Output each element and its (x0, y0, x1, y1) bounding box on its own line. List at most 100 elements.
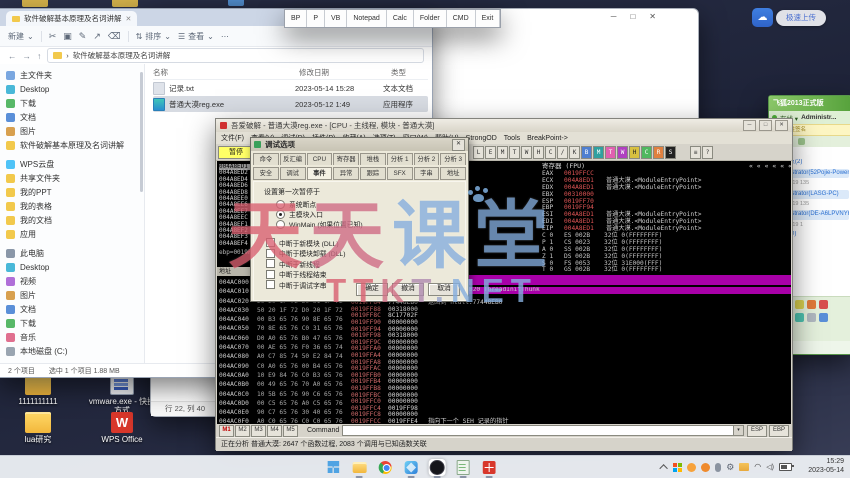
toolbar-tile-button[interactable]: / (557, 146, 568, 159)
toolbar-tile-button[interactable]: H (533, 146, 544, 159)
dump-row[interactable]: 004AC04000 B3 65 76 90 8E 65 76 (217, 315, 349, 324)
menu-item[interactable]: 文件(F) (221, 133, 244, 143)
tray-expand-icon[interactable] (660, 464, 668, 472)
quick-toolbar-button[interactable]: CMD (447, 10, 476, 27)
menu-item[interactable]: BreakPoint-> (527, 135, 568, 142)
file-row[interactable]: 记录.txt 2023-05-14 15:28 文本文档 2 KB (153, 80, 428, 96)
window-control-icon[interactable]: ✕ (649, 12, 656, 21)
dump-row[interactable]: 004AC0B000 49 65 76 70 A0 65 76 (217, 380, 349, 389)
stack-follow-button[interactable]: EBP (769, 425, 789, 437)
feihu-title-bar[interactable]: 飞狐2013正式版 (769, 96, 850, 111)
sidebar-item[interactable]: 文档 (6, 110, 142, 124)
toolbar-tile-button[interactable]: M (593, 146, 604, 159)
desktop-icon-1111111111[interactable]: 1111111111 (2, 374, 74, 406)
memory-tab[interactable]: M5 (283, 425, 298, 437)
sidebar-item[interactable]: 我的表格 (6, 199, 142, 213)
app-icon[interactable] (807, 313, 816, 322)
sidebar-item[interactable]: 我的PPT (6, 185, 142, 199)
back-icon[interactable]: ← (8, 51, 17, 61)
toolbar-tile-button[interactable]: B (581, 146, 592, 159)
app-icon[interactable] (795, 313, 804, 322)
dialog-tab[interactable]: SFX (387, 167, 413, 180)
window-control-icon[interactable]: □ (759, 120, 772, 131)
column-name[interactable]: 名称 (153, 67, 299, 78)
volume-icon[interactable]: ◁) (766, 463, 774, 471)
radio-option[interactable]: 主模块入口 (276, 210, 465, 218)
partial-folder-icon[interactable] (22, 0, 48, 7)
checkbox-icon[interactable] (266, 270, 275, 279)
dump-row[interactable]: 004AC0E090 C7 65 76 30 40 65 76 (217, 408, 349, 417)
window-control-icon[interactable]: ─ (743, 120, 756, 131)
sidebar-item[interactable]: 文档 (6, 302, 142, 316)
dialog-button[interactable]: 撤消 (392, 283, 424, 296)
rename-icon[interactable]: ✎ (79, 31, 87, 42)
sidebar-scrollbar[interactable] (140, 72, 143, 192)
quick-toolbar-button[interactable]: P (307, 10, 325, 27)
flag-row[interactable]: T 0GS 002B32位 0(FFFFFFFF) (542, 267, 791, 274)
sort-button[interactable]: ⇅排序⌄ (136, 31, 171, 42)
dialog-tab[interactable]: 调试 (280, 167, 306, 180)
dump-row[interactable]: 004AC090C0 A0 65 76 00 B4 65 76 (217, 362, 349, 371)
dump-row[interactable]: 004AC0C010 5B 65 76 90 C6 65 76 (217, 390, 349, 399)
dump-row[interactable]: 004AC0A010 E9 84 76 C0 B3 65 76 (217, 371, 349, 380)
sidebar-item[interactable]: 视频 (6, 274, 142, 288)
desktop-icon-vmware[interactable]: vmware.exe - 快捷方式 (86, 374, 158, 415)
dialog-tab[interactable]: 地址 (440, 167, 466, 180)
quick-toolbar-button[interactable]: Notepad (347, 10, 386, 27)
gear-icon[interactable]: ⚙ (726, 463, 734, 472)
dump-row[interactable]: 004AC05070 8E 65 76 C0 31 65 76 (217, 324, 349, 333)
taskbar-clock[interactable]: 15:29 2023-05-14 (808, 458, 844, 476)
dump-row[interactable]: 004AC060D0 A0 65 76 B0 47 65 76 (217, 334, 349, 343)
sidebar-item[interactable]: 主文件夹 (6, 68, 142, 82)
partial-folder-icon[interactable] (112, 0, 138, 7)
toolbar-tile-button[interactable]: W (617, 146, 628, 159)
microphone-icon[interactable] (715, 463, 721, 472)
debugger-title-bar[interactable]: 吾爱破解 - 普通大漠reg.exe - [CPU - 主线程, 模块 - 普通… (216, 119, 792, 132)
radio-option[interactable]: WinMain (如果位置已知) (276, 220, 465, 228)
forward-icon[interactable]: → (23, 51, 32, 61)
toolbar-tile-button[interactable]: H (629, 146, 640, 159)
taskbar-app-icon[interactable] (325, 459, 342, 476)
checkbox-icon[interactable] (266, 259, 275, 268)
registers-collapse-icons[interactable]: « « « « « « (749, 162, 791, 171)
copy-icon[interactable]: ▣ (63, 31, 72, 42)
dump-row[interactable]: 004AC0D000 C5 65 76 A0 C5 65 76 (217, 399, 349, 408)
toolbar-tile-button[interactable]: ? (702, 146, 713, 159)
dialog-button[interactable]: 确定 (356, 283, 388, 296)
dialog-tab[interactable]: 寄存器 (333, 153, 359, 165)
window-control-icon[interactable]: ─ (611, 12, 617, 21)
sidebar-item[interactable]: 图片 (6, 124, 142, 138)
app-icon[interactable] (807, 300, 816, 309)
window-control-icon[interactable]: ✕ (775, 120, 788, 131)
toolbar-tile-button[interactable]: ≡ (690, 146, 701, 159)
menu-item[interactable]: Tools (504, 135, 520, 142)
sidebar-item[interactable]: 下载 (6, 316, 142, 330)
sidebar-item[interactable]: 音乐 (6, 330, 142, 344)
sidebar-item[interactable]: 共享文件夹 (6, 171, 142, 185)
view-button[interactable]: ☰查看⌄ (178, 31, 214, 42)
dialog-tab[interactable]: 反汇编 (280, 153, 306, 165)
more-button[interactable]: ⋯ (221, 32, 229, 41)
tray-folder-icon[interactable] (739, 463, 749, 471)
dialog-tab[interactable]: 安全 (253, 167, 279, 180)
checkbox-option[interactable]: 中断于新模块 (DLL) (266, 239, 465, 247)
column-type[interactable]: 类型 (391, 67, 433, 78)
sidebar-item[interactable]: 下载 (6, 96, 142, 110)
sidebar-item[interactable]: 应用 (6, 227, 142, 241)
quick-upload-label[interactable]: 极速上传 (776, 10, 826, 26)
sidebar-item[interactable]: 本地磁盘 (C:) (6, 344, 142, 358)
sidebar-item[interactable]: 此电脑 (6, 246, 142, 260)
sidebar-item[interactable]: Desktop (6, 82, 142, 96)
quick-toolbar-button[interactable]: Calc (387, 10, 414, 27)
radio-icon[interactable] (276, 220, 285, 229)
close-icon[interactable]: ✕ (452, 139, 465, 151)
toolbar-tile-button[interactable]: W (521, 146, 532, 159)
quick-toolbar-button[interactable]: BP (285, 10, 307, 27)
dump-row[interactable]: 004AC03050 20 1F 72 D0 20 1F 72 (217, 306, 349, 315)
checkbox-icon[interactable] (266, 238, 275, 247)
tray-app-icon[interactable] (701, 463, 710, 472)
memory-tab[interactable]: M2 (235, 425, 250, 437)
toolbar-tile-button[interactable]: L (473, 146, 484, 159)
toolbar-tile-button[interactable]: M (497, 146, 508, 159)
up-icon[interactable]: ↑ (37, 51, 41, 61)
